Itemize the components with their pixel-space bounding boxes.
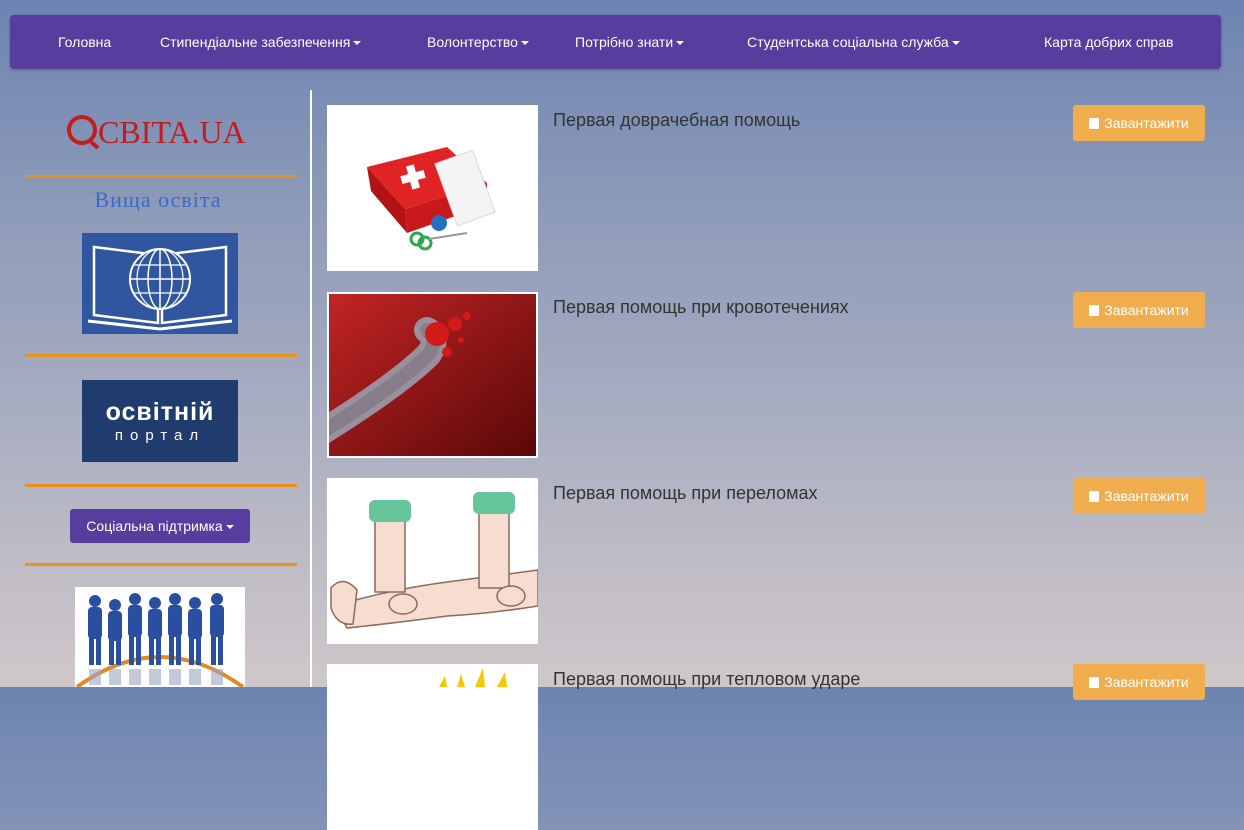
download-label: Завантажити <box>1104 674 1189 690</box>
book-icon <box>1089 491 1100 502</box>
people-silhouettes-icon <box>75 593 245 687</box>
osvita-ua-logo[interactable]: CBITA.UA <box>67 114 246 151</box>
download-label: Завантажити <box>1104 488 1189 504</box>
portal-logo-line1: освітній <box>105 398 215 426</box>
top-navbar: Головна Стипендіальне забезпечення Волон… <box>10 15 1221 69</box>
caret-down-icon <box>225 525 234 530</box>
heat-stroke-thumbnail[interactable] <box>327 664 538 830</box>
nav-item-label: Студентська соціальна служба <box>747 34 949 50</box>
nav-item-home[interactable]: Головна <box>58 15 111 69</box>
first-aid-kit-icon <box>367 147 496 251</box>
caret-down-icon <box>676 41 685 46</box>
blood-vessel-icon <box>329 294 536 456</box>
download-label: Завантажити <box>1104 115 1189 131</box>
caret-down-icon <box>353 41 362 46</box>
book-icon <box>1089 305 1100 316</box>
nav-item-need-to-know[interactable]: Потрібно знати <box>575 15 685 69</box>
nav-item-social-service[interactable]: Студентська соціальна служба <box>747 15 960 69</box>
leg-splint-icon <box>330 492 538 629</box>
social-support-dropdown-button[interactable]: Соціальна підтримка <box>70 509 250 543</box>
people-silhouettes-image[interactable] <box>75 587 245 687</box>
nav-item-scholarship[interactable]: Стипендіальне забезпечення <box>160 15 362 69</box>
vysha-osvita-heading[interactable]: Вища освіта <box>10 187 306 213</box>
nav-item-volunteering[interactable]: Волонтерство <box>427 15 529 69</box>
nav-item-label: Головна <box>58 34 112 50</box>
download-button[interactable]: Завантажити <box>1073 664 1205 700</box>
download-label: Завантажити <box>1104 302 1189 318</box>
nav-item-good-deeds-map[interactable]: Карта добрих справ <box>1044 15 1173 69</box>
nav-item-label: Стипендіальне забезпечення <box>160 34 351 50</box>
download-button[interactable]: Завантажити <box>1073 478 1205 514</box>
nav-item-label: Потрібно знати <box>575 34 674 50</box>
download-button[interactable]: Завантажити <box>1073 292 1205 328</box>
portal-logo-line2: портал <box>114 427 206 444</box>
orange-divider <box>25 354 297 357</box>
open-book-globe-image[interactable] <box>82 233 238 334</box>
document-title[interactable]: Первая доврачебная помощь <box>553 110 800 131</box>
caret-down-icon <box>520 41 529 46</box>
book-globe-icon <box>87 245 233 331</box>
orange-divider <box>25 484 297 487</box>
nav-item-label: Волонтерство <box>427 34 518 50</box>
nav-item-label: Карта добрих справ <box>1044 34 1174 50</box>
orange-divider <box>25 563 297 566</box>
download-button[interactable]: Завантажити <box>1073 105 1205 141</box>
book-icon <box>1089 118 1100 129</box>
document-title[interactable]: Первая помощь при кровотечениях <box>553 297 849 318</box>
document-title[interactable]: Первая помощь при переломах <box>553 483 818 504</box>
orange-divider <box>25 175 297 178</box>
bleeding-vessel-thumbnail[interactable] <box>327 292 538 458</box>
first-aid-kit-thumbnail[interactable] <box>327 105 538 271</box>
book-icon <box>1089 677 1100 688</box>
fracture-leg-thumbnail[interactable] <box>327 478 538 644</box>
osvita-logo-mark-icon <box>67 115 97 145</box>
sun-icon <box>439 668 507 687</box>
social-support-label: Соціальна підтримка <box>86 518 223 534</box>
caret-down-icon <box>951 41 960 46</box>
sidebar-divider <box>310 90 312 687</box>
sidebar: CBITA.UA Вища освіта освітній портал Соц… <box>10 88 306 687</box>
osvitniy-portal-logo[interactable]: освітній портал <box>82 380 238 462</box>
